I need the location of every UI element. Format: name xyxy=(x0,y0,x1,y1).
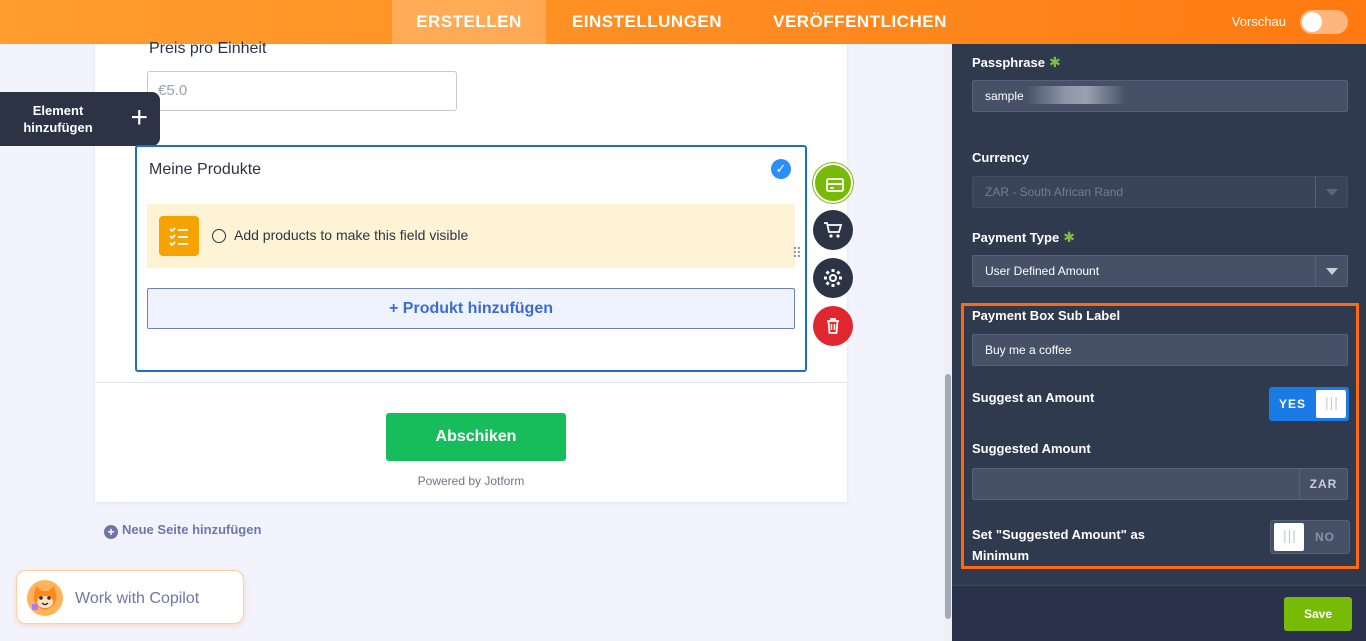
payment-settings-button[interactable] xyxy=(813,163,853,203)
gear-icon xyxy=(824,269,842,287)
minimum-toggle[interactable]: NO xyxy=(1270,520,1350,554)
delete-field-button[interactable] xyxy=(813,306,853,346)
currency-label: Currency xyxy=(972,150,1030,165)
drag-handle-icon[interactable]: ⠿ xyxy=(792,246,802,260)
add-element-label-line2: hinzufügen xyxy=(23,120,93,135)
suggest-amount-label: Suggest an Amount xyxy=(972,390,1095,405)
payment-type-value: User Defined Amount xyxy=(985,264,1100,278)
add-element-label: Element hinzufügen xyxy=(0,102,116,136)
price-input[interactable]: €5.0 xyxy=(147,71,457,111)
tab-veroeffentlichen[interactable]: VERÖFFENTLICHEN xyxy=(762,0,958,44)
preview-toggle[interactable] xyxy=(1300,10,1348,34)
add-element-label-line1: Element xyxy=(32,103,84,118)
powered-by-text: Powered by Jotform xyxy=(417,474,525,488)
passphrase-input[interactable]: sample xyxy=(972,80,1348,112)
price-label: Preis pro Einheit xyxy=(149,40,267,57)
panel-footer: Save xyxy=(952,585,1366,641)
add-element-button[interactable]: Element hinzufügen + xyxy=(0,92,160,146)
toggle-knob xyxy=(1274,523,1304,551)
tab-einstellungen[interactable]: EINSTELLUNGEN xyxy=(560,0,734,44)
plus-icon: + xyxy=(130,101,148,134)
preview-toggle-knob xyxy=(1302,12,1322,32)
toggle-state-label: NO xyxy=(1315,530,1335,544)
payment-type-label: Payment Type ✱ xyxy=(972,229,1075,246)
field-settings-button[interactable] xyxy=(813,258,853,298)
products-title: Meine Produkte xyxy=(149,161,262,178)
notice-radio[interactable] xyxy=(212,229,226,243)
passphrase-label-text: Passphrase xyxy=(972,55,1045,70)
suggest-amount-toggle[interactable]: YES xyxy=(1269,387,1349,421)
submit-button[interactable]: Abschiken xyxy=(386,413,566,461)
preview-label: Vorschau xyxy=(1231,14,1286,29)
payment-type-label-text: Payment Type xyxy=(972,230,1060,245)
cart-icon xyxy=(824,222,843,238)
products-field[interactable]: Meine Produkte ✓ Add products to make th… xyxy=(135,145,807,372)
passphrase-label: Passphrase ✱ xyxy=(972,54,1061,71)
check-icon[interactable]: ✓ xyxy=(771,159,791,179)
cart-button[interactable] xyxy=(813,210,853,250)
toggle-state-label: YES xyxy=(1279,397,1307,411)
form-divider xyxy=(95,382,847,383)
sub-label-label: Payment Box Sub Label xyxy=(972,308,1121,323)
add-product-button[interactable]: + Produkt hinzufügen xyxy=(147,288,795,329)
minimum-label-line2: Minimum xyxy=(972,548,1030,563)
products-notice: Add products to make this field visible … xyxy=(147,204,802,268)
scrollbar-thumb[interactable] xyxy=(945,374,951,619)
suggested-amount-input[interactable]: ZAR xyxy=(972,468,1348,500)
toggle-knob xyxy=(1316,390,1346,418)
currency-suffix: ZAR xyxy=(1299,469,1347,499)
required-star-icon: ✱ xyxy=(1063,229,1075,245)
top-bar: ERSTELLEN EINSTELLUNGEN VERÖFFENTLICHEN … xyxy=(0,0,1366,44)
tab-erstellen[interactable]: ERSTELLEN xyxy=(392,0,546,44)
copilot-button[interactable]: Work with Copilot xyxy=(16,570,244,624)
properties-panel: Passphrase ✱ sample Currency ZAR - South … xyxy=(952,44,1366,641)
add-new-page-link[interactable]: + Neue Seite hinzufügen xyxy=(104,522,261,539)
payment-type-select[interactable]: User Defined Amount xyxy=(972,255,1348,287)
copilot-avatar-icon xyxy=(27,580,63,616)
currency-select: ZAR - South African Rand xyxy=(972,176,1348,208)
credit-card-icon xyxy=(826,178,844,192)
minimum-label: Set "Suggested Amount" as Minimum xyxy=(972,524,1145,566)
notice-text: Add products to make this field visible xyxy=(234,227,469,243)
currency-value: ZAR - South African Rand xyxy=(985,185,1124,199)
required-star-icon: ✱ xyxy=(1049,54,1061,70)
product-list-icon xyxy=(159,216,199,256)
save-button[interactable]: Save xyxy=(1284,597,1352,631)
plus-circle-icon: + xyxy=(104,525,118,539)
chevron-down-icon[interactable] xyxy=(1315,256,1347,286)
chevron-down-icon xyxy=(1315,177,1347,207)
form-canvas: Preis pro Einheit €5.0 Element hinzufüge… xyxy=(0,40,944,641)
minimum-label-line1: Set "Suggested Amount" as xyxy=(972,527,1145,542)
redacted-blur xyxy=(1025,86,1126,104)
canvas-scrollbar[interactable] xyxy=(944,44,952,641)
copilot-label: Work with Copilot xyxy=(75,590,200,607)
suggested-amount-label: Suggested Amount xyxy=(972,441,1091,456)
sub-label-input[interactable]: Buy me a coffee xyxy=(972,334,1348,366)
passphrase-value: sample xyxy=(985,89,1024,103)
new-page-label: Neue Seite hinzufügen xyxy=(122,522,262,537)
trash-icon xyxy=(827,318,839,334)
